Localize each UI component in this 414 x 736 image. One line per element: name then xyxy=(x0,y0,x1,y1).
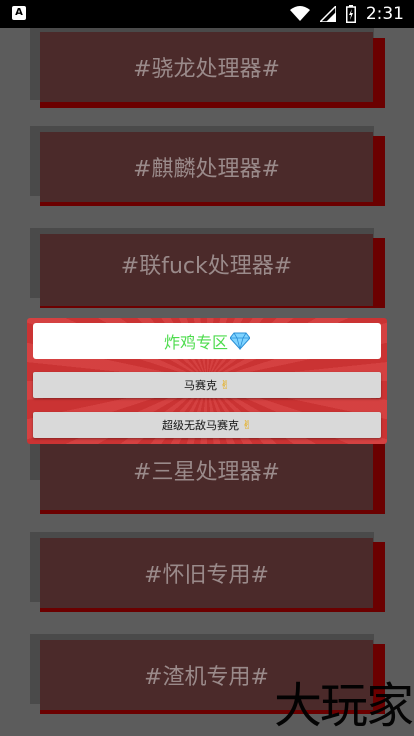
clock: 2:31 xyxy=(365,4,404,24)
dialog-title: 炸鸡专区 xyxy=(33,323,381,359)
list-item-label: #怀旧专用# xyxy=(40,538,373,608)
mosaic-button[interactable]: 马赛克 ✌ xyxy=(33,372,381,398)
hand-horns-icon: ✌ xyxy=(241,418,253,432)
app-notification-icon: A xyxy=(12,6,26,20)
list-item-label: #联fuck处理器# xyxy=(40,234,373,306)
status-bar: A 2:31 xyxy=(0,0,414,28)
hand-horns-icon: ✌ xyxy=(219,378,231,392)
mosaic-button-label: 马赛克 xyxy=(183,379,217,392)
list-item[interactable]: #麒麟处理器# xyxy=(0,126,414,216)
diamond-icon xyxy=(230,332,250,350)
selection-dialog: 炸鸡专区 马赛克 ✌ 超级无敌马赛克 ✌ xyxy=(27,318,387,444)
dialog-title-text: 炸鸡专区 xyxy=(163,333,228,352)
list-item-label: #骁龙处理器# xyxy=(40,32,373,102)
list-item[interactable]: #骁龙处理器# xyxy=(0,28,414,118)
status-icons: 2:31 xyxy=(289,4,404,24)
watermark: 大玩家 xyxy=(273,678,414,734)
signal-icon xyxy=(319,6,336,22)
list-item-label: #麒麟处理器# xyxy=(40,132,373,202)
super-mosaic-button[interactable]: 超级无敌马赛克 ✌ xyxy=(33,412,381,438)
wifi-icon xyxy=(289,6,310,21)
super-mosaic-button-label: 超级无敌马赛克 xyxy=(161,419,239,432)
battery-icon xyxy=(345,5,356,23)
list-item[interactable]: #联fuck处理器# xyxy=(0,228,414,318)
list-item[interactable]: #怀旧专用# xyxy=(0,532,414,622)
